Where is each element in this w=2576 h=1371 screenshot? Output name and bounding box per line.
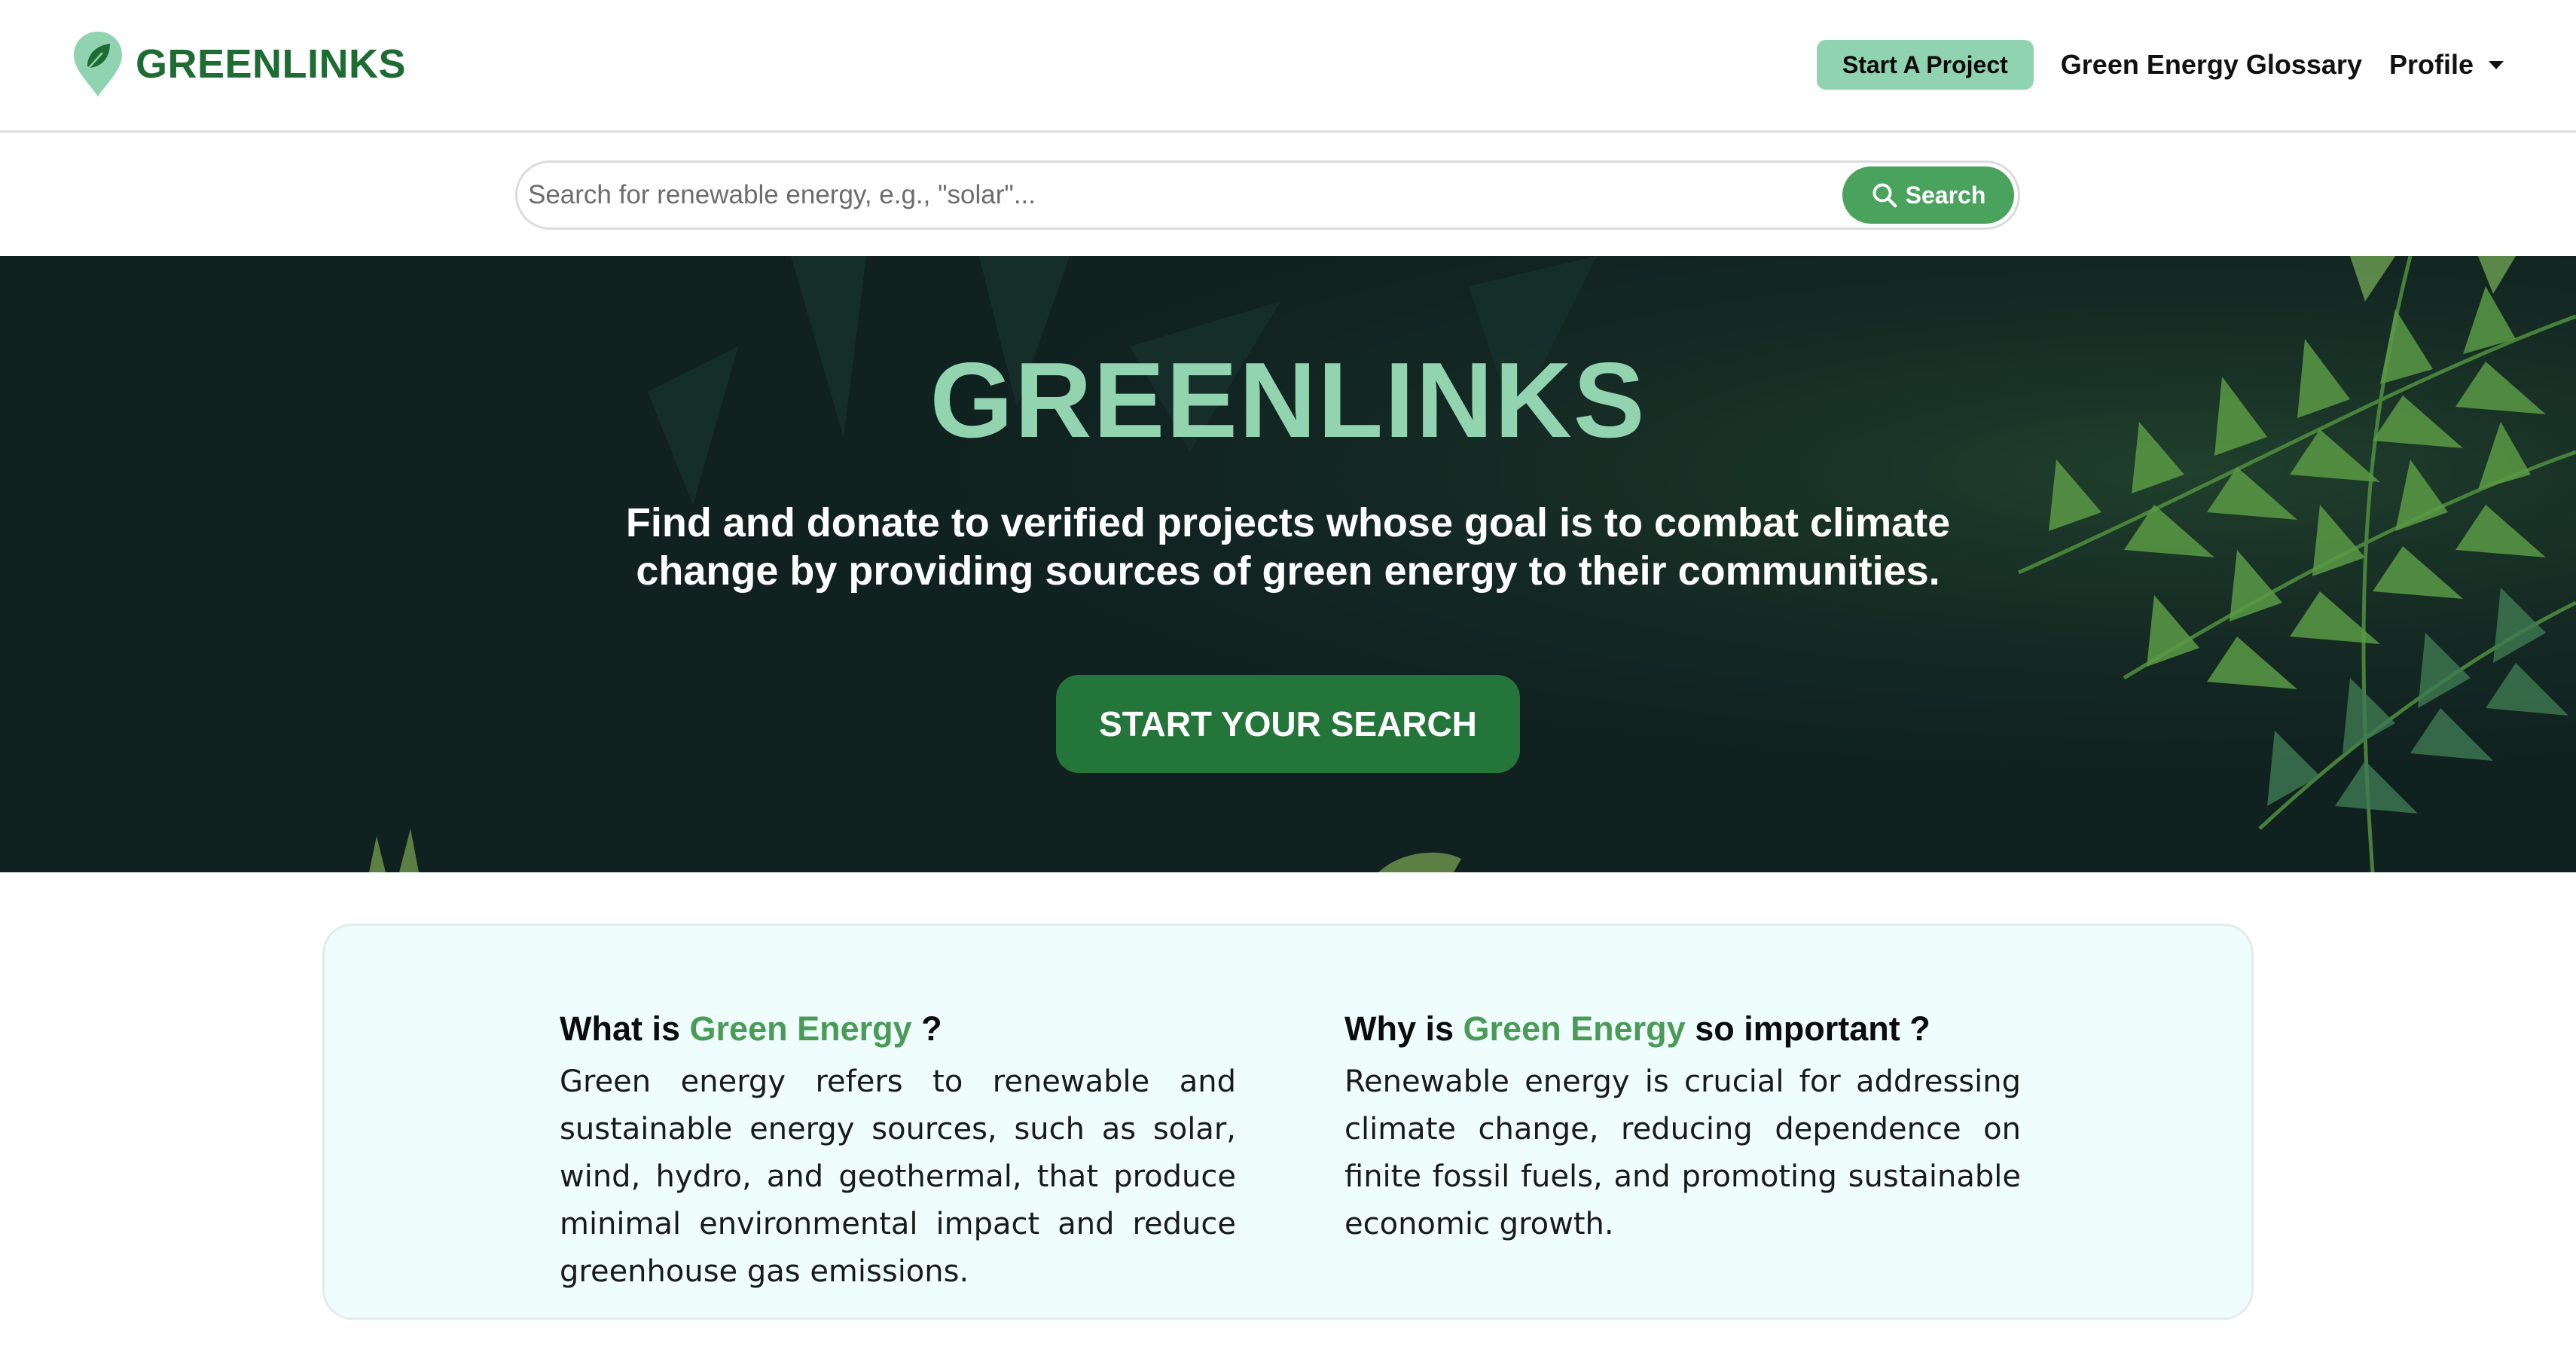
why-body: Renewable energy is crucial for addressi… <box>1344 1064 2021 1241</box>
search-input[interactable] <box>526 170 1769 220</box>
hero-section: GREENLINKS Find and donate to verified p… <box>0 256 2576 872</box>
why-heading-prefix: Why is <box>1344 1009 1454 1048</box>
why-heading-accent: Green Energy <box>1463 1009 1686 1048</box>
brand-name: GREENLINKS <box>136 41 407 87</box>
start-project-button[interactable]: Start A Project <box>1816 40 2034 90</box>
hero-subtitle: Find and donate to verified projects who… <box>625 500 1951 594</box>
caret-down-icon <box>2489 60 2504 69</box>
profile-label: Profile <box>2388 49 2474 80</box>
why-green-energy-important: Why is Green Energy so important ? Renew… <box>1344 1004 2021 1248</box>
navbar: GREENLINKS Start A Project Green Energy … <box>0 0 2576 133</box>
why-heading-suffix: so important ? <box>1695 1009 1930 1048</box>
what-heading-accent: Green Energy <box>689 1009 912 1048</box>
why-heading: Why is Green Energy so important ? <box>1344 1004 2021 1054</box>
search-button[interactable]: Search <box>1842 166 2014 224</box>
start-your-search-button[interactable]: START YOUR SEARCH <box>1056 675 1520 773</box>
what-heading-suffix: ? <box>921 1009 942 1048</box>
search-bar: Search <box>515 160 2020 230</box>
brand-logo-link[interactable]: GREENLINKS <box>72 30 406 98</box>
green-energy-info-card: What is Green Energy ? Green energy refe… <box>322 924 2254 1320</box>
profile-dropdown[interactable]: Profile <box>2389 49 2504 81</box>
what-is-green-energy: What is Green Energy ? Green energy refe… <box>560 1004 1236 1296</box>
what-heading-prefix: What is <box>560 1009 681 1048</box>
what-body: Green energy refers to renewable and sus… <box>560 1064 1236 1289</box>
nav-menu: Start A Project Green Energy Glossary Pr… <box>1816 39 2504 90</box>
leaf-pin-icon <box>74 32 122 96</box>
search-icon <box>1872 183 1897 208</box>
glossary-link[interactable]: Green Energy Glossary <box>2061 49 2362 81</box>
hero-title: GREENLINKS <box>929 340 1647 460</box>
search-button-label: Search <box>1905 181 1986 209</box>
what-heading: What is Green Energy ? <box>560 1004 1236 1054</box>
